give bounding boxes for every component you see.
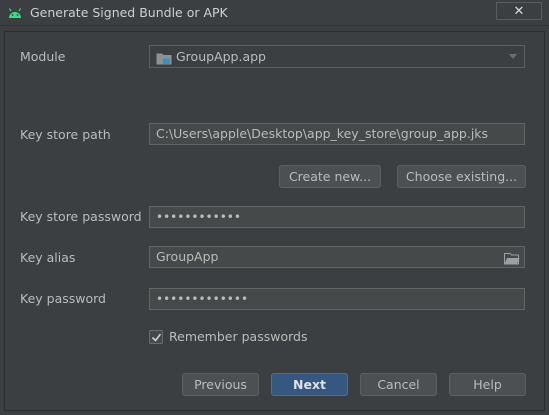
key-alias-value: GroupApp: [156, 249, 219, 264]
generate-signed-apk-dialog: Generate Signed Bundle or APK ✕ Module G…: [0, 0, 549, 415]
key-alias-label: Key alias: [20, 250, 76, 265]
window-title: Generate Signed Bundle or APK: [30, 5, 228, 20]
title-bar: Generate Signed Bundle or APK ✕: [0, 0, 549, 26]
module-value: GroupApp.app: [176, 49, 266, 64]
next-button[interactable]: Next: [271, 373, 348, 396]
remember-passwords-checkbox[interactable]: [149, 330, 163, 344]
module-folder-icon: [156, 50, 172, 65]
close-button[interactable]: ✕: [496, 2, 542, 20]
module-label: Module: [20, 49, 66, 64]
folder-icon[interactable]: [504, 251, 520, 265]
cancel-button[interactable]: Cancel: [360, 373, 437, 396]
key-alias-field[interactable]: GroupApp: [149, 246, 525, 268]
android-icon: [7, 6, 23, 20]
choose-existing-button[interactable]: Choose existing...: [397, 165, 526, 188]
key-password-label: Key password: [20, 291, 106, 306]
key-store-path-label: Key store path: [20, 127, 111, 142]
previous-button[interactable]: Previous: [182, 373, 259, 396]
close-icon: ✕: [513, 3, 525, 19]
create-new-button[interactable]: Create new...: [279, 165, 381, 188]
key-store-password-field[interactable]: ••••••••••••: [149, 206, 525, 228]
key-store-password-label: Key store password: [20, 209, 142, 224]
checkmark-icon: [151, 333, 162, 342]
chevron-down-icon: [509, 54, 517, 59]
module-select[interactable]: GroupApp.app: [149, 45, 525, 68]
help-button[interactable]: Help: [449, 373, 526, 396]
key-password-field[interactable]: •••••••••••••: [149, 288, 525, 310]
remember-passwords-label[interactable]: Remember passwords: [169, 329, 307, 344]
key-store-path-field[interactable]: C:\Users\apple\Desktop\app_key_store\gro…: [149, 123, 525, 145]
